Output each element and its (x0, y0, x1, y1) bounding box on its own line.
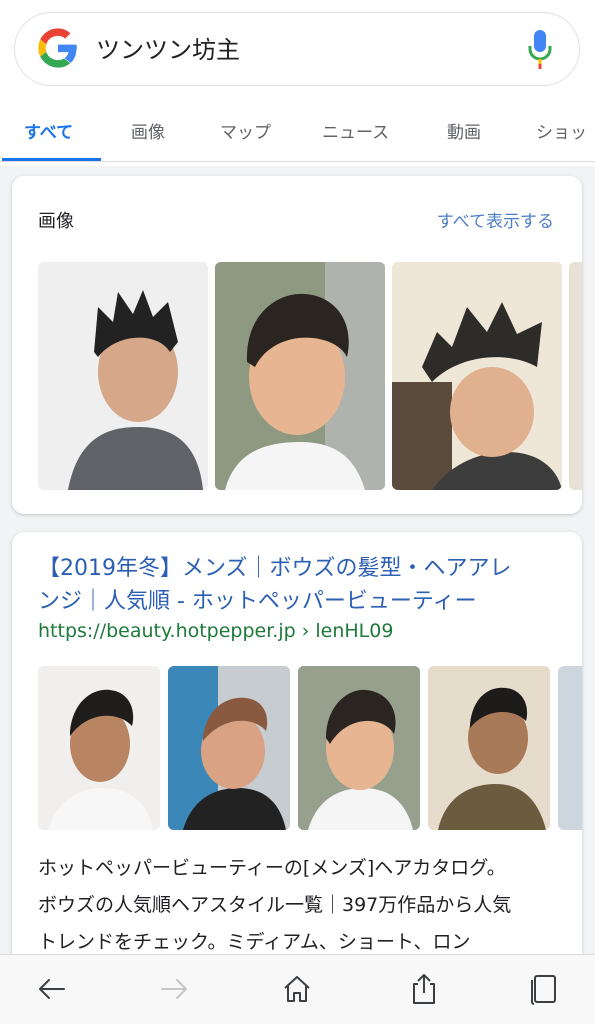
hairstyle-image[interactable] (298, 666, 420, 830)
microphone-icon[interactable] (526, 28, 554, 70)
tabs-icon[interactable] (526, 971, 562, 1007)
tab-maps[interactable]: マップ (220, 118, 271, 143)
result-snippet: ホットペッパービューティーの[メンズ]ヘアカタログ。 ボウズの人気順ヘアスタイル… (38, 850, 578, 961)
tab-news[interactable]: ニュース (322, 118, 389, 143)
snippet-line: ホットペッパービューティーの[メンズ]ヘアカタログ。 (38, 857, 506, 879)
google-logo-icon (38, 28, 77, 68)
image-thumbnail[interactable] (569, 262, 582, 490)
tab-images[interactable]: 画像 (131, 118, 165, 143)
hairstyle-image[interactable] (38, 666, 160, 830)
back-arrow-icon[interactable] (34, 971, 70, 1007)
tab-videos[interactable]: 動画 (447, 118, 481, 143)
header: ツンツン坊主 すべて 画像 マップ ニュース 動画 ショッ (0, 0, 595, 166)
hairstyle-image[interactable] (168, 666, 290, 830)
result-title-line[interactable]: ンジ｜人気順 - ホットペッパービューティー (38, 585, 568, 618)
search-results-page: { "search": { "query": "ツンツン坊主" }, "tabs… (0, 0, 595, 1024)
result-url[interactable]: https://beauty.hotpepper.jp › lenHL09 (38, 620, 393, 642)
result-title[interactable]: 【2019年冬】メンズ｜ボウズの髪型・ヘアアレ ンジ｜人気順 - ホットペッパー… (38, 552, 568, 618)
search-result-card: 【2019年冬】メンズ｜ボウズの髪型・ヘアアレ ンジ｜人気順 - ホットペッパー… (12, 532, 582, 972)
tab-shopping[interactable]: ショッ (536, 118, 587, 143)
tabs-divider (0, 161, 595, 162)
images-card: 画像 すべて表示する (12, 176, 582, 514)
share-icon[interactable] (406, 971, 442, 1007)
forward-arrow-icon[interactable] (156, 971, 192, 1007)
image-thumbnail[interactable] (215, 262, 385, 490)
browser-toolbar (0, 954, 595, 1024)
snippet-line: ボウズの人気順ヘアスタイル一覧｜397万作品から人気 (38, 894, 512, 916)
search-tabs: すべて 画像 マップ ニュース 動画 ショッ (0, 100, 595, 162)
image-thumbnail[interactable] (392, 262, 562, 490)
tab-all[interactable]: すべて (24, 118, 73, 143)
result-title-line[interactable]: 【2019年冬】メンズ｜ボウズの髪型・ヘアアレ (38, 552, 568, 585)
show-all-images-link[interactable]: すべて表示する (437, 207, 554, 232)
search-query[interactable]: ツンツン坊主 (96, 30, 240, 65)
home-icon[interactable] (279, 971, 315, 1007)
hairstyle-image[interactable] (428, 666, 550, 830)
hairstyle-image[interactable] (558, 666, 582, 830)
image-thumbnail[interactable] (38, 262, 208, 490)
images-card-title: 画像 (38, 211, 74, 232)
